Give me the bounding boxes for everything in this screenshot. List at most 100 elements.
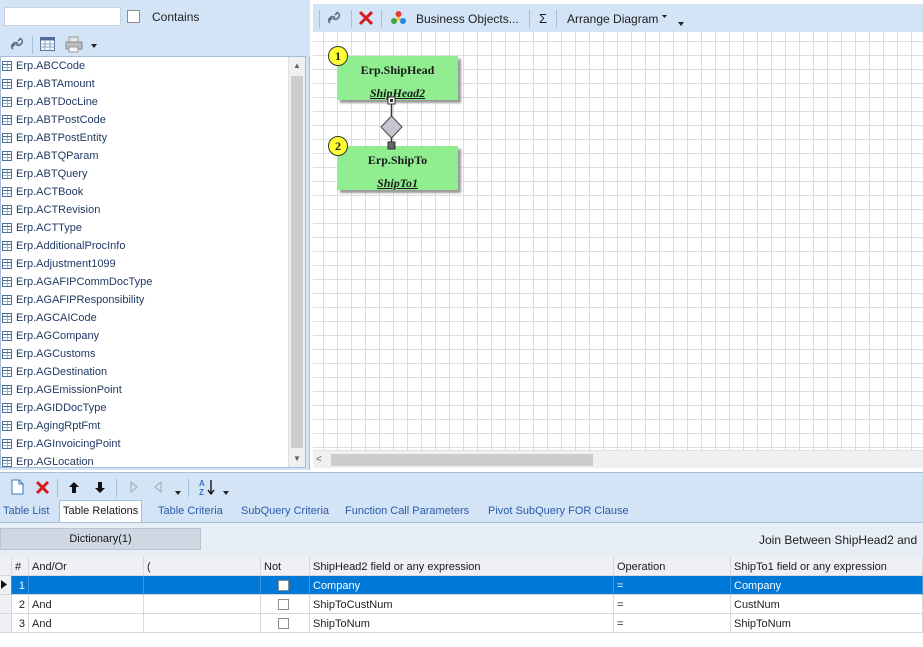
not-checkbox[interactable]	[278, 599, 289, 610]
right-field-cell[interactable]: ShipToNum	[731, 614, 923, 633]
list-item[interactable]: Erp.ABTPostEntity	[1, 129, 291, 147]
list-item[interactable]: Erp.AGCustoms	[1, 345, 291, 363]
and-or-cell[interactable]: And	[29, 595, 144, 614]
scroll-down-icon[interactable]: ▼	[289, 450, 305, 467]
move-up-icon[interactable]	[66, 479, 82, 495]
tab-table-criteria[interactable]: Table Criteria	[155, 500, 226, 522]
list-item[interactable]: Erp.AgingRptFmt	[1, 417, 291, 435]
diagram-horizontal-scrollbar[interactable]: <	[313, 450, 923, 468]
business-objects-icon[interactable]	[389, 9, 407, 27]
query-diagram-canvas[interactable]: Erp.ShipHead ShipHead2 1 Erp.ShipTo Ship…	[313, 32, 923, 450]
arrange-diagram-button[interactable]: Arrange Diagram	[567, 12, 658, 26]
dropdown-arrow-icon[interactable]	[222, 489, 230, 497]
row-header[interactable]	[0, 595, 12, 614]
left-field-cell[interactable]: Company	[310, 576, 614, 595]
open-paren-cell[interactable]	[144, 614, 261, 633]
delete-icon[interactable]	[33, 478, 51, 496]
column-header[interactable]: And/Or	[29, 557, 144, 576]
indent-right-icon[interactable]	[127, 479, 141, 495]
open-paren-cell[interactable]	[144, 576, 261, 595]
scroll-left-icon[interactable]: <	[316, 454, 322, 465]
row-number[interactable]: 3	[12, 614, 29, 633]
column-header[interactable]: (	[144, 557, 261, 576]
list-item[interactable]: Erp.AGCAICode	[1, 309, 291, 327]
print-icon[interactable]	[64, 34, 84, 54]
dropdown-arrow-icon[interactable]	[90, 42, 98, 50]
operation-cell[interactable]: =	[614, 614, 731, 633]
tab-table-list[interactable]: Table List	[0, 500, 52, 522]
operation-cell[interactable]: =	[614, 576, 731, 595]
list-item[interactable]: Erp.AGLocation	[1, 453, 291, 467]
scroll-up-icon[interactable]: ▲	[289, 57, 305, 74]
join-connector[interactable]	[379, 94, 405, 150]
scrollbar-thumb[interactable]	[331, 454, 593, 466]
dropdown-arrow-icon[interactable]	[174, 489, 182, 497]
table-list[interactable]: Erp.ABCCode Erp.ABTAmount Erp.ABTDocLine Er…	[0, 56, 306, 468]
tab-subquery-criteria[interactable]: SubQuery Criteria	[238, 500, 332, 522]
list-item[interactable]: Erp.ABTPostCode	[1, 111, 291, 129]
new-icon[interactable]	[8, 478, 26, 496]
right-field-cell[interactable]: Company	[731, 576, 923, 595]
table-row[interactable]: 3 And ShipToNum = ShipToNum	[0, 614, 923, 633]
list-item[interactable]: Erp.AGEmissionPoint	[1, 381, 291, 399]
sum-button[interactable]: Σ	[539, 11, 547, 26]
list-item[interactable]: Erp.ABTQParam	[1, 147, 291, 165]
column-header[interactable]: Operation	[614, 557, 731, 576]
tab-pivot-subquery-for-clause[interactable]: Pivot SubQuery FOR Clause	[485, 500, 632, 522]
list-item[interactable]: Erp.AGInvoicingPoint	[1, 435, 291, 453]
link-icon[interactable]	[8, 35, 26, 53]
list-item[interactable]: Erp.ACTRevision	[1, 201, 291, 219]
list-item[interactable]: Erp.ABTAmount	[1, 75, 291, 93]
list-item[interactable]: Erp.ABTQuery	[1, 165, 291, 183]
link-icon[interactable]	[325, 9, 343, 27]
not-checkbox[interactable]	[278, 580, 289, 591]
arrange-dropdown-icon[interactable]	[661, 13, 667, 19]
operation-cell[interactable]: =	[614, 595, 731, 614]
contains-checkbox[interactable]	[127, 10, 140, 23]
left-field-cell[interactable]: ShipToCustNum	[310, 595, 614, 614]
list-item[interactable]: Erp.ACTBook	[1, 183, 291, 201]
column-header[interactable]: Not	[261, 557, 310, 576]
list-item[interactable]: Erp.AdditionalProcInfo	[1, 237, 291, 255]
tab-function-call-parameters[interactable]: Function Call Parameters	[342, 500, 472, 522]
dictionary-button[interactable]: Dictionary(1)	[0, 528, 201, 550]
not-cell[interactable]	[261, 595, 310, 614]
table-row[interactable]: 2 And ShipToCustNum = CustNum	[0, 595, 923, 614]
row-number[interactable]: 2	[12, 595, 29, 614]
row-number[interactable]: 1	[12, 576, 29, 595]
list-item[interactable]: Erp.AGAFIPCommDocType	[1, 273, 291, 291]
list-item[interactable]: Erp.ABTDocLine	[1, 93, 291, 111]
search-input[interactable]	[4, 7, 121, 26]
and-or-cell[interactable]	[29, 576, 144, 595]
column-header[interactable]: ShipHead2 field or any expression	[310, 557, 614, 576]
table-list-scrollbar[interactable]: ▲ ▼	[288, 57, 305, 467]
not-cell[interactable]	[261, 576, 310, 595]
column-header[interactable]: ShipTo1 field or any expression	[731, 557, 923, 576]
grid-icon[interactable]	[38, 35, 56, 53]
not-cell[interactable]	[261, 614, 310, 633]
not-checkbox[interactable]	[278, 618, 289, 629]
entity-box-shipto[interactable]: Erp.ShipTo ShipTo1	[337, 146, 458, 190]
delete-icon[interactable]	[357, 9, 375, 27]
list-item[interactable]: Erp.Adjustment1099	[1, 255, 291, 273]
list-item[interactable]: Erp.ABCCode	[1, 57, 291, 75]
list-item[interactable]: Erp.AGCompany	[1, 327, 291, 345]
column-header[interactable]: #	[12, 557, 29, 576]
scrollbar-thumb[interactable]	[291, 76, 303, 448]
move-down-icon[interactable]	[92, 479, 108, 495]
row-header[interactable]	[0, 614, 12, 633]
list-item[interactable]: Erp.AGAFIPResponsibility	[1, 291, 291, 309]
current-row-indicator-icon[interactable]	[0, 576, 12, 595]
list-item[interactable]: Erp.AGIDDocType	[1, 399, 291, 417]
business-objects-button[interactable]: Business Objects...	[416, 12, 519, 26]
dropdown-arrow-icon[interactable]	[677, 20, 685, 28]
left-field-cell[interactable]: ShipToNum	[310, 614, 614, 633]
indent-left-icon[interactable]	[151, 479, 165, 495]
sort-az-icon[interactable]: AZ	[197, 477, 217, 497]
list-item[interactable]: Erp.ACTType	[1, 219, 291, 237]
and-or-cell[interactable]: And	[29, 614, 144, 633]
right-field-cell[interactable]: CustNum	[731, 595, 923, 614]
open-paren-cell[interactable]	[144, 595, 261, 614]
tab-table-relations[interactable]: Table Relations	[59, 500, 143, 522]
list-item[interactable]: Erp.AGDestination	[1, 363, 291, 381]
